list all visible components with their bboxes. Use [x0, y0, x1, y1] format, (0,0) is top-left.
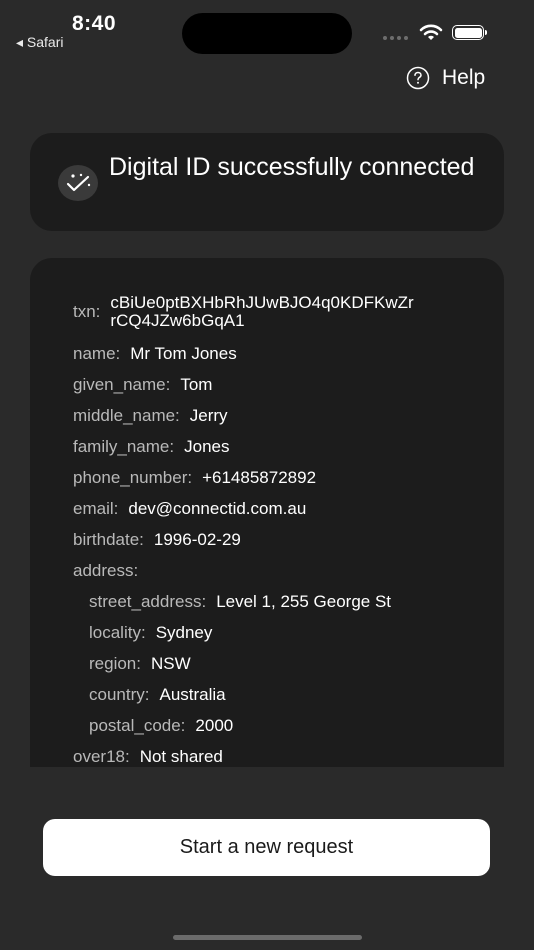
claim-value: Tom — [180, 375, 213, 394]
claim-value: Australia — [159, 685, 226, 704]
claim-value: Mr Tom Jones — [130, 344, 237, 363]
dynamic-island — [182, 13, 352, 54]
claim-row-txn: txn: cBiUe0ptBXHbRhJUwBJO4q0KDFKwZr rCQ4… — [73, 294, 504, 330]
claim-key: txn: — [73, 302, 101, 321]
claim-value: 2000 — [195, 716, 234, 735]
start-new-request-button[interactable]: Start a new request — [43, 819, 490, 876]
claim-row-family-name: family_name: Jones — [73, 438, 504, 456]
claim-row-over18: over18: Not shared — [73, 748, 504, 766]
claim-value: dev@connectid.com.au — [128, 499, 307, 518]
help-button[interactable]: Help — [406, 66, 485, 90]
claim-key: street_address: — [89, 592, 207, 611]
claim-row-locality: locality: Sydney — [89, 624, 504, 642]
claim-row-given-name: given_name: Tom — [73, 376, 504, 394]
claim-row-country: country: Australia — [89, 686, 504, 704]
claim-key: postal_code: — [89, 716, 186, 735]
claim-row-name: name: Mr Tom Jones — [73, 345, 504, 363]
success-banner: Digital ID successfully connected — [30, 133, 504, 231]
claim-key: middle_name: — [73, 406, 180, 425]
battery-icon — [452, 25, 487, 40]
success-message: Digital ID successfully connected — [109, 153, 475, 181]
claim-key: region: — [89, 654, 141, 673]
claims-list: txn: cBiUe0ptBXHbRhJUwBJO4q0KDFKwZr rCQ4… — [30, 294, 504, 766]
status-bar: 8:40 ◂ Safari — [0, 0, 534, 60]
claim-key: family_name: — [73, 437, 175, 456]
status-time: 8:40 — [72, 12, 117, 35]
claims-card: txn: cBiUe0ptBXHbRhJUwBJO4q0KDFKwZr rCQ4… — [30, 258, 504, 767]
claim-key: email: — [73, 499, 119, 518]
claim-key: locality: — [89, 623, 146, 642]
claim-value: 1996-02-29 — [153, 530, 241, 549]
claim-value: cBiUe0ptBXHbRhJUwBJO4q0KDFKwZr rCQ4JZw6b… — [110, 293, 414, 330]
claim-key: phone_number: — [73, 468, 193, 487]
claim-key: birthdate: — [73, 530, 144, 549]
claim-row-middle-name: middle_name: Jerry — [73, 407, 504, 425]
claim-row-postal-code: postal_code: 2000 — [89, 717, 504, 735]
help-question-icon — [406, 66, 430, 90]
claim-key: given_name: — [73, 375, 171, 394]
claim-key: over18: — [73, 747, 130, 766]
claim-key: country: — [89, 685, 150, 704]
claim-row-birthdate: birthdate: 1996-02-29 — [73, 531, 504, 549]
claim-row-email: email: dev@connectid.com.au — [73, 500, 504, 518]
claim-row-street-address: street_address: Level 1, 255 George St — [89, 593, 504, 611]
claim-value: Level 1, 255 George St — [216, 592, 392, 611]
claim-key: address: — [73, 561, 139, 580]
back-to-safari-link[interactable]: ◂ Safari — [16, 34, 64, 51]
claim-row-address: address: — [73, 562, 504, 580]
wifi-icon — [419, 24, 443, 40]
claim-row-region: region: NSW — [89, 655, 504, 673]
claim-value: Jerry — [189, 406, 228, 425]
cellular-signal-icon — [383, 36, 408, 40]
claim-value: NSW — [150, 654, 191, 673]
claim-value: Sydney — [155, 623, 213, 642]
claim-row-phone-number: phone_number: +61485872892 — [73, 469, 504, 487]
claim-value: Jones — [184, 437, 230, 456]
claim-value: +61485872892 — [202, 468, 317, 487]
home-indicator[interactable] — [173, 935, 362, 940]
claim-key: name: — [73, 344, 121, 363]
sparkle-check-icon — [58, 165, 98, 201]
claim-value: Not shared — [139, 747, 223, 766]
help-label: Help — [442, 66, 486, 89]
